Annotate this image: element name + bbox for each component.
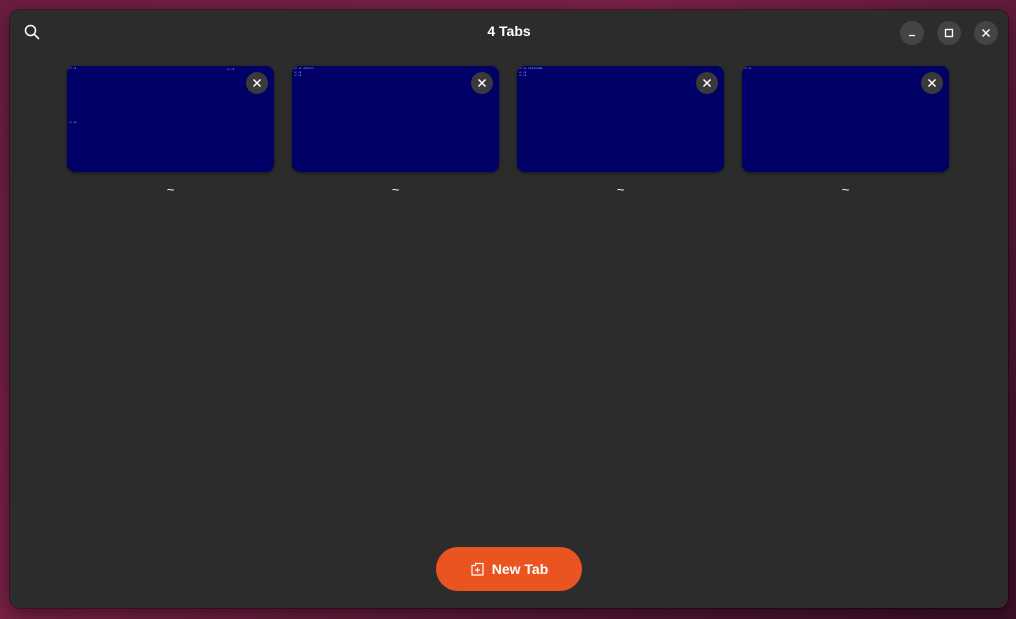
window-title: 4 Tabs	[487, 23, 531, 39]
tab-thumbnail[interactable]: u:~$ u:~$ u:~$	[67, 66, 274, 172]
tab-label: ~	[616, 182, 625, 197]
close-icon	[702, 78, 712, 88]
maximize-icon	[944, 28, 954, 38]
tab-card[interactable]: u:~$ ubuntu u:~$ u:~$ ~	[292, 66, 499, 197]
new-tab-label: New Tab	[491, 561, 549, 577]
tab-label: ~	[391, 182, 400, 197]
tab-card[interactable]: u:~$ ~	[742, 66, 949, 197]
close-icon	[252, 78, 262, 88]
terminal-preview-text: u:~$ hostname u:~$ u:~$	[519, 66, 543, 78]
tab-overview-window: 4 Tabs u:~$ u:~$ u:~$ ~ u:~$ ubuntu u:~$…	[10, 10, 1008, 608]
terminal-preview-text: u:~$	[226, 67, 236, 71]
tabs-grid: u:~$ u:~$ u:~$ ~ u:~$ ubuntu u:~$ u:~$ ~…	[67, 66, 949, 197]
tab-card[interactable]: u:~$ hostname u:~$ u:~$ ~	[517, 66, 724, 197]
tab-close-button[interactable]	[921, 72, 943, 94]
new-tab-button[interactable]: New Tab	[436, 547, 582, 591]
tab-card[interactable]: u:~$ u:~$ u:~$ ~	[67, 66, 274, 197]
tab-label: ~	[841, 182, 850, 197]
terminal-preview-text: u:~$	[69, 66, 79, 70]
terminal-preview-text: u:~$	[744, 66, 754, 70]
header-bar: 4 Tabs	[10, 10, 1008, 54]
minimize-icon	[909, 34, 915, 37]
close-icon	[477, 78, 487, 88]
tab-new-icon	[471, 562, 484, 576]
close-icon	[982, 29, 990, 37]
tab-close-button[interactable]	[246, 72, 268, 94]
tab-close-button[interactable]	[471, 72, 493, 94]
tab-close-button[interactable]	[696, 72, 718, 94]
close-icon	[927, 78, 937, 88]
minimize-button[interactable]	[900, 21, 924, 45]
terminal-preview-text: u:~$	[69, 120, 79, 124]
terminal-preview-text: u:~$ ubuntu u:~$ u:~$	[294, 66, 314, 78]
tab-thumbnail[interactable]: u:~$ ubuntu u:~$ u:~$	[292, 66, 499, 172]
maximize-button[interactable]	[937, 21, 961, 45]
close-button[interactable]	[974, 21, 998, 45]
tab-label: ~	[166, 182, 175, 197]
tab-thumbnail[interactable]: u:~$	[742, 66, 949, 172]
tab-thumbnail[interactable]: u:~$ hostname u:~$ u:~$	[517, 66, 724, 172]
